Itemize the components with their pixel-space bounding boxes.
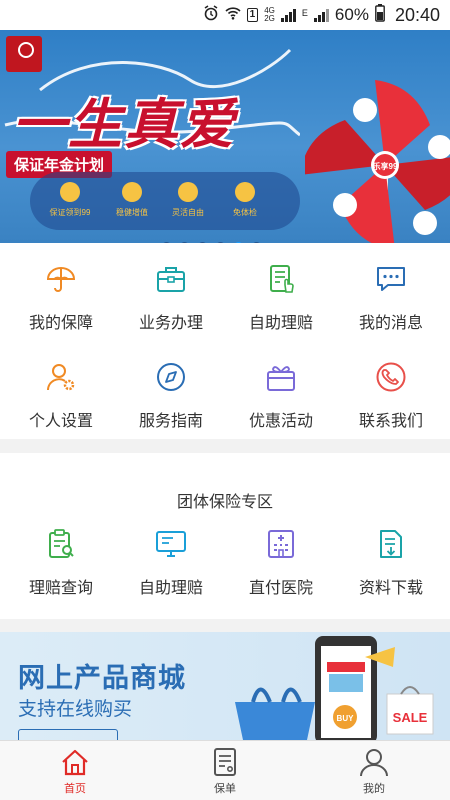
document-hand-icon — [270, 265, 294, 293]
alarm-icon — [203, 5, 219, 25]
group-download[interactable]: 资料下载 — [335, 528, 447, 598]
service-promotions[interactable]: 优惠活动 — [225, 361, 337, 431]
banner-feature-4: 免体检 — [210, 182, 280, 218]
network-type-bottom: 2G — [264, 14, 275, 23]
coin-icon — [122, 182, 142, 202]
service-personal-settings[interactable]: 个人设置 — [5, 361, 117, 431]
umbrella-icon — [46, 267, 76, 292]
group-claim-query[interactable]: 理赔查询 — [5, 528, 117, 598]
profile-icon — [360, 749, 388, 777]
sim-indicator: 1 — [246, 8, 259, 22]
service-messages[interactable]: 我的消息 — [335, 263, 447, 333]
banner-headline: 一生真爱 — [12, 92, 236, 156]
compass-icon — [157, 363, 185, 391]
service-label: 我的消息 — [358, 315, 423, 332]
shopping-illustration: BUY SALE — [235, 636, 434, 740]
wifi-icon — [225, 6, 241, 24]
mall-title: 网上产品商城 — [18, 663, 186, 693]
service-label: 优惠活动 — [248, 413, 313, 430]
briefcase-icon — [157, 267, 185, 292]
phone-icon — [376, 362, 406, 392]
user-settings-icon — [47, 364, 75, 391]
service-guide[interactable]: 服务指南 — [115, 361, 227, 431]
tab-label: 我的 — [363, 783, 385, 795]
banner-feature-label: 灵活自由 — [172, 208, 204, 217]
buy-label: BUY — [337, 714, 355, 723]
sale-label: SALE — [393, 710, 428, 725]
battery-percent: 60% — [334, 5, 369, 24]
network-type-indicator: 4G 2G — [264, 7, 275, 23]
services-grid: 我的保障 业务办理 自助理赔 我的消息 个人设置 服务指南 优惠活动 联系我们 — [0, 243, 450, 439]
service-label: 服务指南 — [138, 413, 203, 430]
battery-icon — [375, 4, 385, 26]
tab-label: 保单 — [214, 783, 236, 795]
service-business[interactable]: 业务办理 — [115, 263, 227, 333]
banner-feature-label: 免体检 — [233, 208, 257, 217]
tab-label: 首页 — [64, 783, 86, 795]
banner-feature-1: 保证领到99 — [35, 182, 105, 218]
group-self-claim[interactable]: 自助理赔 — [115, 528, 227, 598]
signal-icon — [280, 8, 296, 22]
stethoscope-icon — [235, 182, 255, 202]
monitor-icon — [156, 531, 186, 557]
mall-enter-button[interactable] — [18, 729, 118, 740]
service-my-protection[interactable]: 我的保障 — [5, 263, 117, 333]
elder-icon — [60, 182, 80, 202]
group-label: 自助理赔 — [138, 580, 203, 597]
online-mall-banner[interactable]: 网上产品商城 支持在线购买 BUY SALE — [0, 632, 450, 740]
service-contact[interactable]: 联系我们 — [335, 361, 447, 431]
bottom-tab-bar: 首页 保单 我的 — [0, 740, 450, 800]
signal-icon-2 — [313, 8, 329, 22]
pinwheel-illustration: 乐享99 — [305, 80, 450, 243]
clock: 20:40 — [394, 4, 440, 25]
app-root: 1 4G 2G E 60% 20:40 一生真爱 保证年金计划 保证领到99 稳… — [0, 0, 450, 800]
group-label: 理赔查询 — [28, 580, 93, 597]
tab-mine[interactable]: 我的 — [344, 747, 404, 796]
chat-icon — [377, 267, 405, 291]
group-direct-hospital[interactable]: 直付医院 — [225, 528, 337, 598]
tab-home[interactable]: 首页 — [45, 747, 105, 796]
service-label: 自助理赔 — [248, 315, 313, 332]
promo-banner[interactable]: 一生真爱 保证年金计划 保证领到99 稳健增值 灵活自由 免体检 乐享99 — [0, 30, 450, 243]
group-label: 直付医院 — [248, 580, 313, 597]
group-insurance-section: 团体保险专区 理赔查询 自助理赔 直付医院 资料下载 — [0, 453, 450, 619]
banner-feature-label: 稳健增值 — [116, 208, 148, 217]
clipboard-search-icon — [49, 529, 74, 558]
hospital-icon — [268, 530, 294, 558]
section-title: 团体保险专区 — [176, 494, 273, 511]
service-label: 联系我们 — [358, 413, 423, 430]
network-e-indicator: E — [301, 8, 308, 18]
group-label: 资料下载 — [358, 580, 423, 597]
home-icon — [62, 749, 88, 776]
pinwheel-badge: 乐享99 — [373, 161, 398, 171]
service-label: 个人设置 — [28, 413, 93, 430]
download-doc-icon — [380, 530, 402, 558]
policy-icon — [214, 748, 236, 776]
mall-subtitle: 支持在线购买 — [18, 699, 133, 720]
tab-policy[interactable]: 保单 — [195, 747, 255, 796]
gift-icon — [267, 366, 295, 391]
status-bar: 1 4G 2G E 60% 20:40 — [0, 0, 450, 30]
banner-feature-label: 保证领到99 — [49, 208, 91, 217]
service-self-claim[interactable]: 自助理赔 — [225, 263, 337, 333]
plant-icon — [178, 182, 198, 202]
service-label: 业务办理 — [138, 315, 203, 332]
service-label: 我的保障 — [28, 315, 93, 332]
